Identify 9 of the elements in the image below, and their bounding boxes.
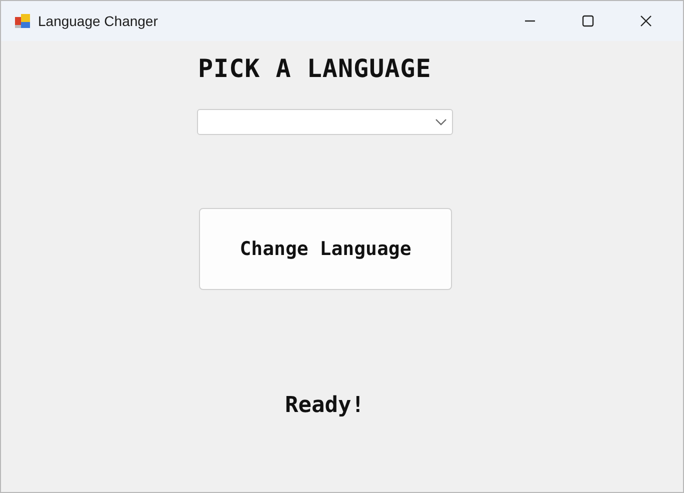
change-language-button[interactable]: Change Language bbox=[199, 208, 452, 290]
app-icon bbox=[14, 12, 32, 30]
maximize-icon bbox=[582, 15, 594, 27]
window-title: Language Changer bbox=[38, 13, 159, 29]
status-text: Ready! bbox=[285, 393, 364, 418]
heading: PICK A LANGUAGE bbox=[198, 54, 432, 83]
close-icon bbox=[640, 15, 652, 27]
chevron-icon bbox=[435, 118, 447, 126]
language-dropdown[interactable] bbox=[197, 109, 453, 135]
